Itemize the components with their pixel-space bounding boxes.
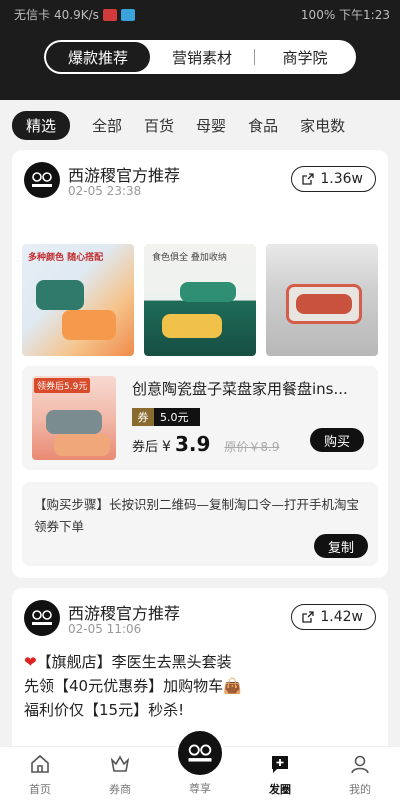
share-icon xyxy=(302,173,315,185)
tab-marketing-material[interactable]: 营销素材 xyxy=(150,40,254,74)
post-card: 西游稷官方推荐 02-05 23:38 1.36w 多种颜色 随心搭配 食色俱全… xyxy=(12,150,388,578)
food-shape xyxy=(296,294,352,314)
nav-moments[interactable]: 发圈 xyxy=(250,753,310,797)
plate-shape xyxy=(46,410,102,434)
message-badge-icon xyxy=(120,8,135,21)
category-featured[interactable]: 精选 xyxy=(12,110,71,140)
purchase-steps-text: 【购买步骤】长按识别二维码—复制淘口令—打开手机淘宝领券下单 xyxy=(34,497,360,534)
coupon-tag: 领券后5.9元 xyxy=(34,378,91,393)
top-segment-tabs: 爆款推荐 营销素材 商学院 xyxy=(44,40,356,74)
author-name: 西游稷官方推荐 xyxy=(68,604,181,623)
carrier-text: 无信卡 xyxy=(14,8,51,22)
post-image[interactable] xyxy=(266,244,378,356)
product-thumbnail[interactable]: 领券后5.9元 xyxy=(32,376,116,460)
post-line: 先领【40元优惠券】加购物车👜 xyxy=(24,677,242,695)
image-caption: 食色俱全 叠加收纳 xyxy=(152,253,227,263)
nav-home[interactable]: 首页 xyxy=(10,753,70,797)
avatar[interactable] xyxy=(24,162,60,198)
post-images: 多种颜色 随心搭配 食色俱全 叠加收纳 xyxy=(22,244,378,356)
price-row: 券后 ¥ 3.9 原价￥8.9 xyxy=(132,432,279,456)
plate-shape xyxy=(62,310,116,340)
image-caption: 多种颜色 随心搭配 xyxy=(28,253,104,263)
brand-logo-icon xyxy=(32,172,52,187)
home-icon xyxy=(31,754,49,773)
app-badge-icon xyxy=(102,8,117,21)
tab-hot-recommend[interactable]: 爆款推荐 xyxy=(46,42,150,72)
post-time: 02-05 23:38 xyxy=(68,184,142,198)
avatar[interactable] xyxy=(24,600,60,636)
post-text: ❤【旗舰店】李医生去黑头套装 先领【40元优惠券】加购物车👜 福利价仅【15元】… xyxy=(24,650,242,722)
nav-profile[interactable]: 我的 xyxy=(330,753,390,797)
category-all[interactable]: 全部 xyxy=(92,115,122,136)
speed-text: 40.9K/s xyxy=(54,7,99,22)
copy-button[interactable]: 复制 xyxy=(314,534,368,558)
currency-symbol: ¥ xyxy=(162,439,171,455)
product-box[interactable]: 领券后5.9元 创意陶瓷盘子菜盘家用餐盘ins... 券 5.0元 券后 ¥ 3… xyxy=(22,366,378,470)
active-tab-pointer xyxy=(91,92,105,100)
nav-label: 首页 xyxy=(29,783,51,796)
final-price: 3.9 xyxy=(174,432,211,456)
product-title: 创意陶瓷盘子菜盘家用餐盘ins... xyxy=(132,380,348,398)
purchase-steps-box: 【购买步骤】长按识别二维码—复制淘口令—打开手机淘宝领券下单 复制 xyxy=(22,482,378,566)
coupon-label: 券 xyxy=(132,408,154,426)
share-icon xyxy=(302,611,315,623)
category-general[interactable]: 百货 xyxy=(144,115,174,136)
category-appliances[interactable]: 家电数 xyxy=(300,115,345,136)
nav-premium-button[interactable] xyxy=(175,728,225,778)
tab-business-school[interactable]: 商学院 xyxy=(255,40,355,74)
add-post-icon xyxy=(272,756,288,773)
nav-coupon-merchant[interactable]: 券商 xyxy=(90,753,150,797)
post-line: 福利价仅【15元】秒杀! xyxy=(24,701,185,719)
share-count-button[interactable]: 1.42w xyxy=(291,604,376,630)
brand-logo-icon xyxy=(32,610,52,625)
share-count-button[interactable]: 1.36w xyxy=(291,166,376,192)
buy-button[interactable]: 购买 xyxy=(310,428,364,452)
post-line: ❤【旗舰店】李医生去黑头套装 xyxy=(24,653,232,671)
post-time: 02-05 11:06 xyxy=(68,622,142,636)
user-icon xyxy=(351,755,369,774)
nav-label: 发圈 xyxy=(269,783,291,796)
nav-label: 我的 xyxy=(349,783,371,796)
category-bar: 精选 全部 百货 母婴 食品 家电数 xyxy=(0,110,400,140)
status-bar: 无信卡 40.9K/s 100% 下午1:23 xyxy=(0,0,400,28)
nav-label: 尊享 xyxy=(189,782,211,795)
battery-time-text: 100% 下午1:23 xyxy=(300,8,390,22)
category-baby[interactable]: 母婴 xyxy=(196,115,226,136)
share-count: 1.36w xyxy=(320,171,363,187)
crown-icon xyxy=(110,755,130,772)
post-image[interactable]: 食色俱全 叠加收纳 xyxy=(144,244,256,356)
share-count: 1.42w xyxy=(320,609,363,625)
brand-logo-icon xyxy=(188,744,212,762)
category-food[interactable]: 食品 xyxy=(248,115,278,136)
original-price: 原价￥8.9 xyxy=(224,440,280,454)
plate-shape xyxy=(162,314,222,338)
author-name: 西游稷官方推荐 xyxy=(68,166,181,185)
plate-shape xyxy=(180,282,236,302)
coupon-value: 5.0元 xyxy=(154,408,200,426)
after-coupon-label: 券后 xyxy=(132,440,159,455)
coupon-badge: 券 5.0元 xyxy=(132,408,200,426)
heart-icon: ❤ xyxy=(24,653,37,671)
nav-label: 券商 xyxy=(109,783,131,796)
plate-shape xyxy=(36,280,84,310)
post-image[interactable]: 多种颜色 随心搭配 xyxy=(22,244,134,356)
plate-shape xyxy=(54,434,110,456)
